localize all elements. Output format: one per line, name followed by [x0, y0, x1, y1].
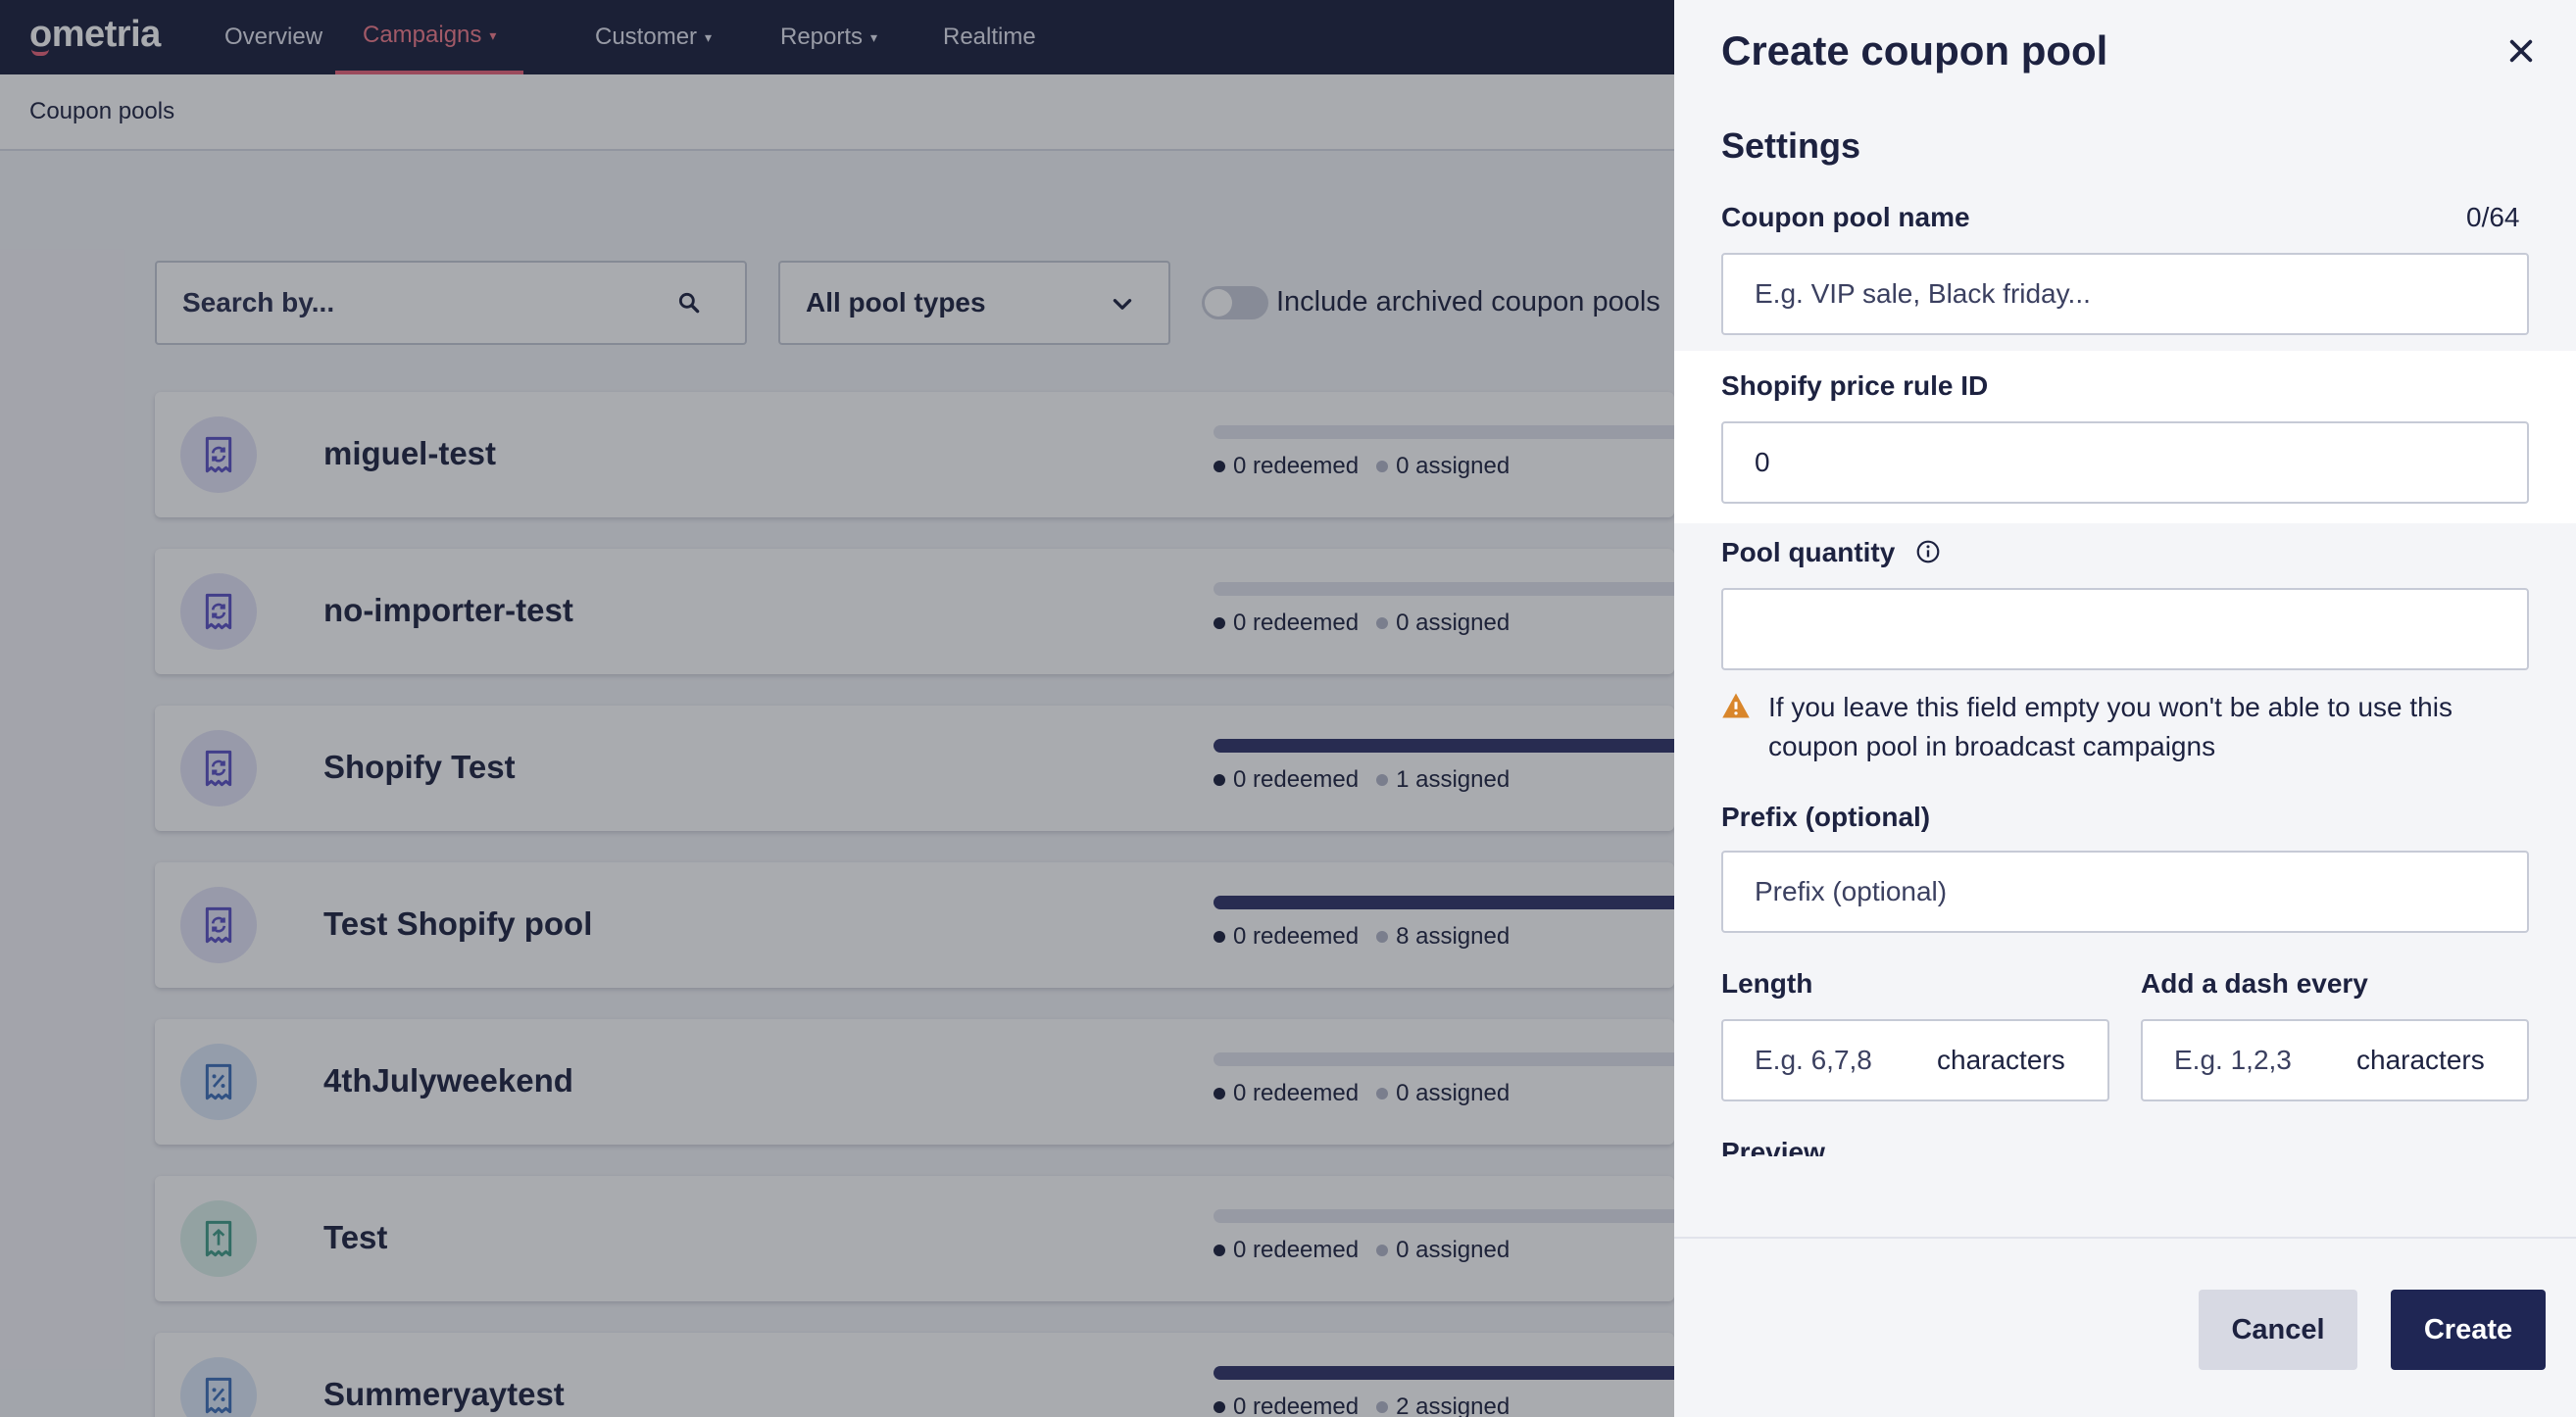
info-icon[interactable] [1915, 539, 1941, 564]
dash-input[interactable] [2141, 1019, 2529, 1101]
shopify-rule-label: Shopify price rule ID [1721, 370, 1989, 401]
modal-backdrop[interactable] [0, 0, 1674, 1417]
pool-name-label: Coupon pool name [1721, 202, 1970, 232]
pool-name-input[interactable] [1721, 253, 2529, 335]
pool-quantity-label: Pool quantity [1721, 537, 1896, 567]
prefix-input[interactable] [1721, 851, 2529, 933]
prefix-label: Prefix (optional) [1721, 802, 1931, 832]
dash-label: Add a dash every [2141, 968, 2368, 999]
create-coupon-pool-panel: Create coupon pool Settings Coupon pool … [1674, 0, 2576, 1417]
shopify-rule-input[interactable] [1721, 421, 2529, 504]
panel-footer: Cancel Create [1674, 1237, 2576, 1417]
settings-heading: Settings [1721, 125, 1861, 166]
length-label: Length [1721, 968, 1813, 999]
create-button[interactable]: Create [2391, 1290, 2546, 1370]
panel-title: Create coupon pool [1721, 27, 2108, 73]
preview-label: Preview [1721, 1137, 1825, 1156]
preview-section: Preview [1721, 1137, 2525, 1156]
pool-quantity-warning: If you leave this field empty you won't … [1768, 692, 2452, 761]
close-icon [2509, 39, 2533, 63]
close-button[interactable] [2503, 33, 2539, 69]
warning-icon [1722, 693, 1750, 718]
cancel-button[interactable]: Cancel [2199, 1290, 2357, 1370]
pool-quantity-input[interactable] [1721, 588, 2529, 670]
length-input[interactable] [1721, 1019, 2109, 1101]
pool-name-counter: 0/64 [2466, 202, 2520, 232]
